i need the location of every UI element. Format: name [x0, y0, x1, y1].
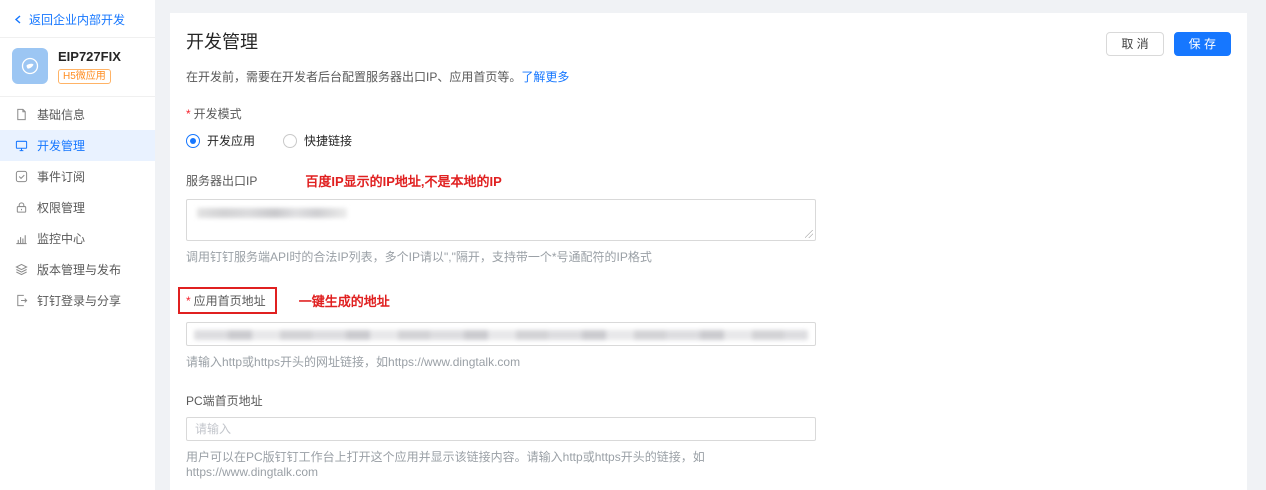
page-subtitle: 在开发前，需要在开发者后台配置服务器出口IP、应用首页等。了解更多 — [186, 68, 1231, 85]
sidebar-item-label: 事件订阅 — [37, 170, 86, 184]
radio-label: 开发应用 — [207, 134, 256, 148]
field-server-ip: 服务器出口IP 百度IP显示的IP地址,不是本地的IP 调用钉钉服务端API时的… — [186, 171, 816, 265]
required-mark: * — [186, 293, 191, 308]
radio-dev-app[interactable]: 开发应用 — [186, 132, 255, 149]
pc-home-input[interactable] — [195, 422, 807, 436]
save-button[interactable]: 保 存 — [1173, 32, 1231, 56]
radio-quick-link[interactable]: 快捷链接 — [283, 132, 352, 149]
red-highlight-box: * 应用首页地址 — [178, 287, 277, 314]
server-ip-label: 服务器出口IP — [186, 174, 258, 188]
chevron-left-icon — [14, 13, 23, 27]
bar-chart-icon — [14, 232, 28, 246]
required-mark: * — [186, 106, 191, 121]
pc-home-help: 用户可以在PC版钉钉工作台上打开这个应用并显示该链接内容。请输入http或htt… — [186, 450, 705, 479]
sidebar-item-label: 开发管理 — [37, 139, 86, 153]
cancel-button[interactable]: 取 消 — [1106, 32, 1164, 56]
app-home-red-annotation: 一键生成的地址 — [298, 294, 390, 309]
subtitle-text: 在开发前，需要在开发者后台配置服务器出口IP、应用首页等。 — [186, 70, 522, 84]
app-name: EIP727FIX — [58, 49, 121, 64]
pc-home-inputbox — [186, 417, 816, 441]
app-type-badge: H5微应用 — [58, 69, 111, 84]
field-dev-mode: * 开发模式 开发应用 快捷链接 — [186, 105, 816, 149]
dev-management-panel: 开发管理 取 消 保 存 在开发前，需要在开发者后台配置服务器出口IP、应用首页… — [170, 13, 1247, 490]
field-app-home: * 应用首页地址 一键生成的地址 请输入http或https开头的网址链接，如h… — [178, 287, 816, 370]
radio-unselected-icon — [283, 133, 298, 148]
sidebar-item-dingtalk-login-share[interactable]: 钉钉登录与分享 — [0, 285, 155, 316]
redacted-ip-value — [197, 208, 347, 218]
login-share-icon — [14, 294, 28, 308]
monitor-icon — [14, 139, 28, 153]
sidebar-item-permission-management[interactable]: 权限管理 — [0, 192, 155, 223]
sidebar-item-label: 监控中心 — [37, 232, 86, 246]
sidebar-item-basic-info[interactable]: 基础信息 — [0, 99, 155, 130]
sidebar: 返回企业内部开发 EIP727FIX H5微应用 基础信息 开发管理 事件订阅 … — [0, 0, 155, 490]
server-ip-textarea[interactable] — [186, 199, 816, 241]
sidebar-item-label: 版本管理与发布 — [37, 263, 122, 277]
file-icon — [14, 108, 28, 122]
sidebar-nav: 基础信息 开发管理 事件订阅 权限管理 监控中心 版本管理与发布 钉钉登录与分享 — [0, 97, 155, 316]
layers-icon — [14, 263, 28, 277]
radio-selected-icon — [186, 133, 200, 148]
sidebar-item-dev-management[interactable]: 开发管理 — [0, 130, 155, 161]
sidebar-item-monitoring-center[interactable]: 监控中心 — [0, 223, 155, 254]
lock-icon — [14, 201, 28, 215]
sidebar-item-label: 基础信息 — [37, 108, 86, 122]
dev-settings-form: * 开发模式 开发应用 快捷链接 服务器出口IP 百度IP显示的IP地址,不是本… — [178, 105, 816, 490]
page-title: 开发管理 — [186, 32, 258, 52]
sidebar-item-version-release[interactable]: 版本管理与发布 — [0, 254, 155, 285]
radio-label: 快捷链接 — [304, 134, 353, 148]
header-actions: 取 消 保 存 — [1106, 29, 1231, 56]
resize-handle-icon[interactable] — [805, 230, 813, 238]
app-logo-icon — [12, 48, 48, 84]
app-home-input[interactable] — [186, 322, 816, 346]
back-link-label: 返回企业内部开发 — [29, 13, 126, 27]
app-home-label: * 应用首页地址 — [186, 293, 266, 309]
server-ip-red-annotation: 百度IP显示的IP地址,不是本地的IP — [305, 174, 502, 189]
app-meta: EIP727FIX H5微应用 — [58, 48, 121, 84]
sidebar-item-event-subscription[interactable]: 事件订阅 — [0, 161, 155, 192]
learn-more-link[interactable]: 了解更多 — [521, 70, 569, 84]
sidebar-item-label: 权限管理 — [37, 201, 86, 215]
pc-home-label: PC端首页地址 — [186, 394, 263, 408]
dev-mode-label: * 开发模式 — [186, 106, 242, 122]
app-header: EIP727FIX H5微应用 — [0, 38, 155, 97]
event-check-icon — [14, 170, 28, 184]
field-pc-home: PC端首页地址 用户可以在PC版钉钉工作台上打开这个应用并显示该链接内容。请输入… — [186, 392, 816, 479]
sidebar-item-label: 钉钉登录与分享 — [37, 294, 122, 308]
server-ip-help: 调用钉钉服务端API时的合法IP列表，多个IP请以","隔开，支持带一个*号通配… — [186, 250, 652, 264]
redacted-url-value — [194, 330, 808, 340]
app-home-help: 请输入http或https开头的网址链接，如https://www.dingta… — [186, 355, 521, 369]
back-to-internal-dev-link[interactable]: 返回企业内部开发 — [0, 0, 155, 38]
